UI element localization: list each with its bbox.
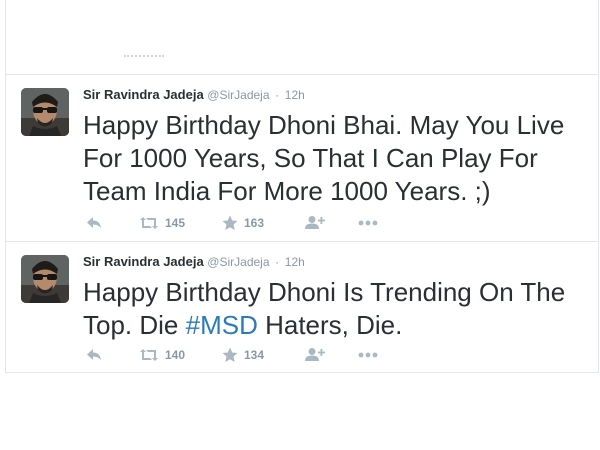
more-icon <box>358 220 378 226</box>
tweet-item[interactable]: Sir Ravindra Jadeja @SirJadeja · 12h Hap… <box>6 242 598 372</box>
author-username[interactable]: @SirJadeja <box>207 88 269 102</box>
tweet-text: Happy Birthday Dhoni Is Trending On The … <box>83 276 588 342</box>
favorite-button[interactable]: 134 <box>222 345 264 365</box>
tweet-timestamp[interactable]: 12h <box>285 88 305 102</box>
follow-button[interactable] <box>305 345 325 365</box>
avatar[interactable] <box>21 255 69 303</box>
more-icon <box>358 352 378 358</box>
previous-tweet-actions-fragment <box>124 55 164 61</box>
retweet-button[interactable]: 140 <box>139 345 185 365</box>
follow-button[interactable] <box>305 213 325 233</box>
screenshot-viewport: Sir Ravindra Jadeja @SirJadeja · 12h Hap… <box>0 0 600 450</box>
header-separator: · <box>275 88 280 102</box>
avatar[interactable] <box>21 88 69 136</box>
follow-icon <box>305 216 325 229</box>
tweet-item[interactable]: Sir Ravindra Jadeja @SirJadeja · 12h Hap… <box>6 75 598 242</box>
tweet-timeline[interactable]: Sir Ravindra Jadeja @SirJadeja · 12h Hap… <box>5 0 599 373</box>
reply-icon <box>87 349 101 360</box>
retweet-count: 140 <box>165 348 186 362</box>
favorite-count: 163 <box>244 216 265 230</box>
more-button[interactable] <box>358 345 378 365</box>
follow-icon <box>305 348 325 361</box>
previous-tweet-remnant <box>6 0 598 75</box>
author-fullname[interactable]: Sir Ravindra Jadeja <box>83 87 204 102</box>
author-username[interactable]: @SirJadeja <box>207 255 269 269</box>
retweet-button[interactable]: 145 <box>139 213 185 233</box>
tweet-text: Happy Birthday Dhoni Bhai. May You Live … <box>83 109 588 208</box>
reply-icon <box>87 217 101 228</box>
favorite-count: 134 <box>244 348 265 362</box>
tweet-timestamp[interactable]: 12h <box>285 255 305 269</box>
favorite-icon <box>222 215 238 230</box>
retweet-count: 145 <box>165 216 186 230</box>
tweet-header: Sir Ravindra Jadeja @SirJadeja · 12h <box>83 86 305 104</box>
more-button[interactable] <box>358 213 378 233</box>
favorite-icon <box>222 347 238 362</box>
favorite-button[interactable]: 163 <box>222 213 264 233</box>
reply-button[interactable] <box>86 213 102 233</box>
reply-button[interactable] <box>86 345 102 365</box>
author-fullname[interactable]: Sir Ravindra Jadeja <box>83 254 204 269</box>
hashtag-link[interactable]: #MSD <box>186 310 258 340</box>
tweet-text-before: Happy Birthday Dhoni Bhai. May You Live … <box>83 110 565 206</box>
tweet-text-after: Haters, Die. <box>257 310 403 340</box>
header-separator: · <box>275 255 280 269</box>
retweet-icon <box>140 349 158 361</box>
tweet-header: Sir Ravindra Jadeja @SirJadeja · 12h <box>83 253 305 271</box>
retweet-icon <box>140 217 158 229</box>
